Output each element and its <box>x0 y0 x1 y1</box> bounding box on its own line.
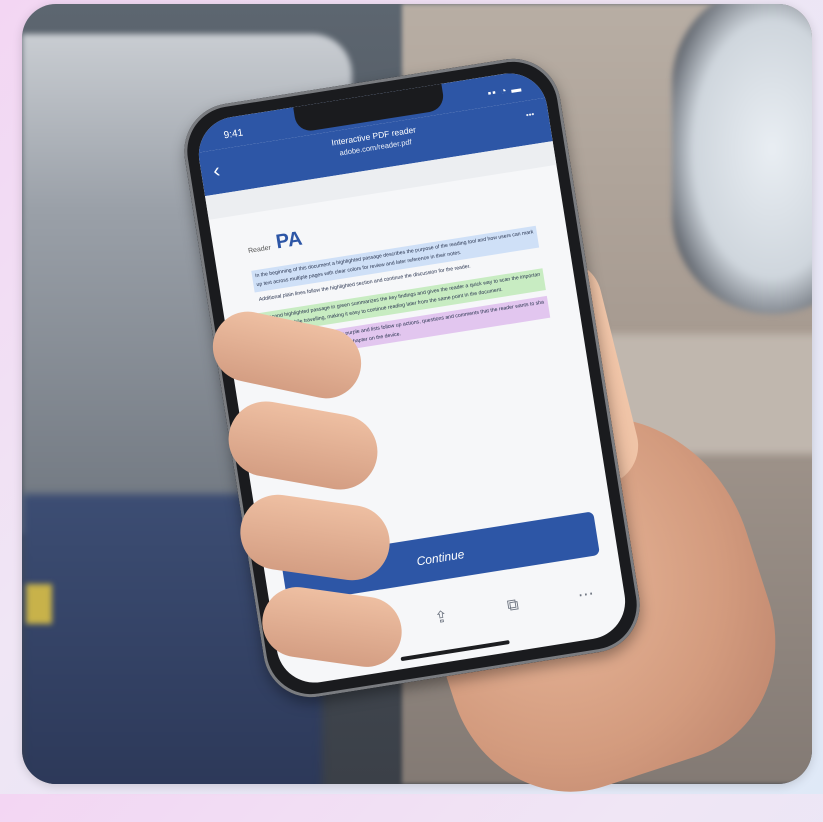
share-icon[interactable]: ⇪ <box>433 606 450 628</box>
more-icon[interactable]: ⋯ <box>576 583 595 605</box>
doc-label: Reader <box>247 244 272 256</box>
status-time: 9:41 <box>222 127 244 142</box>
menu-icon[interactable]: ••• <box>525 110 535 120</box>
status-signal-icons: ▪▪ ◔ ▬ <box>486 83 523 100</box>
background-window <box>672 4 812 314</box>
background-label <box>26 584 52 624</box>
tabs-icon[interactable]: ⧉ <box>506 596 520 616</box>
doc-heading-text: PA <box>274 227 304 254</box>
